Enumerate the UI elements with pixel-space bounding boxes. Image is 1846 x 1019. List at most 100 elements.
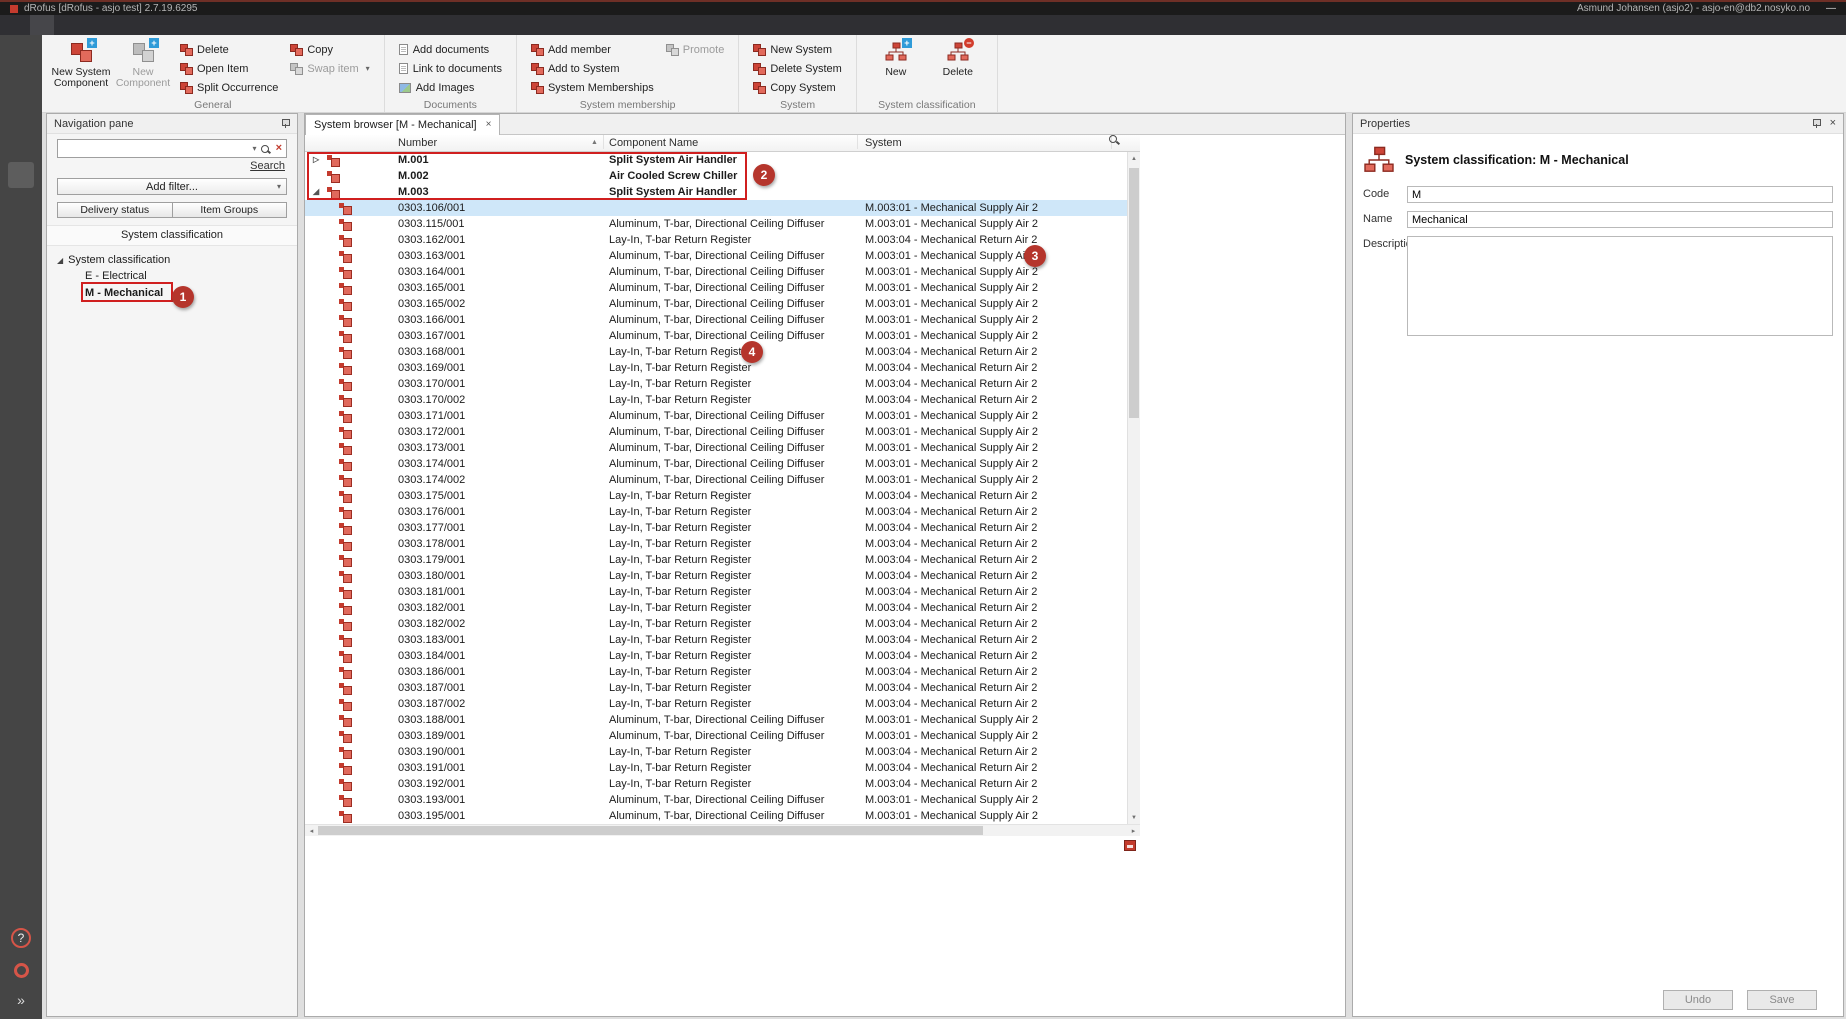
delivery-status-tab[interactable]: Delivery status — [57, 202, 173, 218]
Aluminum, T-bar, Directional Ceiling Diffuser[interactable]: 0303.172/001 Aluminum, T-bar, Directiona… — [305, 424, 1127, 440]
menu-tab-system[interactable] — [30, 15, 54, 35]
systems-module-icon[interactable] — [8, 162, 34, 188]
copy-button[interactable]: Copy — [290, 42, 369, 57]
Lay-In, T-bar Return Register[interactable]: 0303.192/001 Lay-In, T-bar Return Regist… — [305, 776, 1127, 792]
status-ring-icon[interactable] — [14, 963, 29, 978]
system-browser-tab[interactable]: System browser [M - Mechanical] × — [305, 114, 500, 135]
tree-expander-icon[interactable]: ◢ — [313, 184, 319, 200]
scroll-left-icon[interactable]: ◂ — [305, 825, 318, 836]
link-to-documents-button[interactable]: Link to documents — [399, 61, 502, 76]
save-button[interactable]: Save — [1747, 990, 1817, 1010]
add-images-button[interactable]: Add Images — [399, 80, 502, 95]
new-component-button[interactable]: + New Component — [112, 38, 174, 99]
item-groups-tab[interactable]: Item Groups — [172, 202, 288, 218]
Lay-In, T-bar Return Register[interactable]: 0303.179/001 Lay-In, T-bar Return Regist… — [305, 552, 1127, 568]
Aluminum, T-bar, Directional Ceiling Diffuser[interactable]: 0303.173/001 Aluminum, T-bar, Directiona… — [305, 440, 1127, 456]
help-icon[interactable]: ? — [11, 928, 31, 948]
column-search-icon[interactable] — [1109, 135, 1117, 143]
Split System Air Handler[interactable]: ◢ M.003 Split System Air Handler — [305, 184, 1127, 200]
code-field[interactable] — [1407, 186, 1833, 203]
expand-strip-icon[interactable]: » — [17, 993, 25, 1007]
menu-tab-home[interactable] — [6, 15, 30, 35]
Lay-In, T-bar Return Register[interactable]: 0303.176/001 Lay-In, T-bar Return Regist… — [305, 504, 1127, 520]
tree-node-system-classification[interactable]: ◢ System classification — [57, 252, 297, 268]
Aluminum, T-bar, Directional Ceiling Diffuser[interactable]: 0303.165/002 Aluminum, T-bar, Directiona… — [305, 296, 1127, 312]
menu-tab-log[interactable] — [126, 15, 150, 35]
minimize-icon[interactable]: — — [1826, 3, 1836, 14]
vertical-scrollbar-thumb[interactable] — [1129, 168, 1139, 418]
chevron-down-icon[interactable]: ▾ — [253, 144, 257, 153]
description-field[interactable] — [1407, 236, 1833, 336]
Aluminum, T-bar, Directional Ceiling Diffuser[interactable]: 0303.171/001 Aluminum, T-bar, Directiona… — [305, 408, 1127, 424]
documents-module-icon[interactable] — [8, 201, 34, 227]
close-icon[interactable]: × — [1830, 118, 1836, 129]
Air Cooled Screw Chiller[interactable]: M.002 Air Cooled Screw Chiller — [305, 168, 1127, 184]
delete-button[interactable]: Delete — [180, 42, 278, 57]
Aluminum, T-bar, Directional Ceiling Diffuser[interactable]: 0303.165/001 Aluminum, T-bar, Directiona… — [305, 280, 1127, 296]
add-filter-button[interactable]: Add filter... ▾ — [57, 178, 287, 195]
system-memberships-button[interactable]: System Memberships — [531, 80, 654, 95]
items-module-icon[interactable] — [8, 84, 34, 110]
open-item-button[interactable]: Open Item — [180, 61, 278, 76]
Aluminum, T-bar, Directional Ceiling Diffuser[interactable]: 0303.189/001 Aluminum, T-bar, Directiona… — [305, 728, 1127, 744]
Lay-In, T-bar Return Register[interactable]: 0303.170/002 Lay-In, T-bar Return Regist… — [305, 392, 1127, 408]
menu-tab-import-export[interactable] — [78, 15, 102, 35]
Lay-In, T-bar Return Register[interactable]: 0303.181/001 Lay-In, T-bar Return Regist… — [305, 584, 1127, 600]
expand-expanded-icon[interactable]: ◢ — [57, 256, 63, 265]
search-input[interactable] — [62, 143, 247, 155]
name-field[interactable] — [1407, 211, 1833, 228]
buildings-module-icon[interactable] — [8, 240, 34, 266]
column-header-number[interactable]: Number — [398, 135, 437, 151]
Aluminum, T-bar, Directional Ceiling Diffuser[interactable]: 0303.188/001 Aluminum, T-bar, Directiona… — [305, 712, 1127, 728]
promote-button[interactable]: Promote — [666, 42, 725, 57]
new-system-button[interactable]: New System — [753, 42, 842, 57]
tree-node-e-electrical[interactable]: E - Electrical — [57, 268, 297, 285]
Split System Air Handler[interactable]: ▷ M.001 Split System Air Handler — [305, 152, 1127, 168]
Lay-In, T-bar Return Register[interactable]: 0303.162/001 Lay-In, T-bar Return Regist… — [305, 232, 1127, 248]
search-icon[interactable] — [261, 145, 269, 153]
vertical-scrollbar[interactable]: ▲ ▼ — [1127, 152, 1140, 824]
Lay-In, T-bar Return Register[interactable]: 0303.168/001 Lay-In, T-bar Return Regist… — [305, 344, 1127, 360]
pin-icon[interactable] — [1812, 118, 1821, 129]
Lay-In, T-bar Return Register[interactable]: 0303.190/001 Lay-In, T-bar Return Regist… — [305, 744, 1127, 760]
menu-tab-bim[interactable] — [102, 15, 126, 35]
Aluminum, T-bar, Directional Ceiling Diffuser[interactable]: 0303.174/002 Aluminum, T-bar, Directiona… — [305, 472, 1127, 488]
Lay-In, T-bar Return Register[interactable]: 0303.178/001 Lay-In, T-bar Return Regist… — [305, 536, 1127, 552]
Lay-In, T-bar Return Register[interactable]: 0303.182/001 Lay-In, T-bar Return Regist… — [305, 600, 1127, 616]
products-module-icon[interactable] — [8, 123, 34, 149]
scroll-up-icon[interactable]: ▲ — [1128, 152, 1140, 165]
Lay-In, T-bar Return Register[interactable]: 0303.177/001 Lay-In, T-bar Return Regist… — [305, 520, 1127, 536]
Lay-In, T-bar Return Register[interactable]: 0303.187/002 Lay-In, T-bar Return Regist… — [305, 696, 1127, 712]
Aluminum, T-bar, Directional Ceiling Diffuser[interactable]: 0303.193/001 Aluminum, T-bar, Directiona… — [305, 792, 1127, 808]
Lay-In, T-bar Return Register[interactable]: 0303.182/002 Lay-In, T-bar Return Regist… — [305, 616, 1127, 632]
Lay-In, T-bar Return Register[interactable]: 0303.175/001 Lay-In, T-bar Return Regist… — [305, 488, 1127, 504]
Lay-In, T-bar Return Register[interactable]: 0303.186/001 Lay-In, T-bar Return Regist… — [305, 664, 1127, 680]
add-documents-button[interactable]: Add documents — [399, 42, 502, 57]
Lay-In, T-bar Return Register[interactable]: 0303.170/001 Lay-In, T-bar Return Regist… — [305, 376, 1127, 392]
table-row[interactable]: 0303.106/001 M.003:01 - Mechanical Suppl… — [305, 200, 1127, 216]
column-header-system[interactable]: System — [865, 135, 902, 151]
delete-system-button[interactable]: Delete System — [753, 61, 842, 76]
tree-expander-icon[interactable]: ▷ — [313, 152, 319, 168]
add-member-button[interactable]: Add member — [531, 42, 654, 57]
new-system-component-button[interactable]: + New System Component — [50, 38, 112, 99]
delete-classification-button[interactable]: − Delete — [927, 38, 989, 99]
rooms-module-icon[interactable] — [8, 45, 34, 71]
Lay-In, T-bar Return Register[interactable]: 0303.180/001 Lay-In, T-bar Return Regist… — [305, 568, 1127, 584]
Lay-In, T-bar Return Register[interactable]: 0303.191/001 Lay-In, T-bar Return Regist… — [305, 760, 1127, 776]
Aluminum, T-bar, Directional Ceiling Diffuser[interactable]: 0303.164/001 Aluminum, T-bar, Directiona… — [305, 264, 1127, 280]
Aluminum, T-bar, Directional Ceiling Diffuser[interactable]: 0303.163/001 Aluminum, T-bar, Directiona… — [305, 248, 1127, 264]
specifications-module-icon[interactable] — [8, 318, 34, 344]
classification-module-icon[interactable] — [8, 357, 34, 383]
menu-tab-item[interactable] — [54, 15, 78, 35]
Aluminum, T-bar, Directional Ceiling Diffuser[interactable]: 0303.195/001 Aluminum, T-bar, Directiona… — [305, 808, 1127, 824]
Lay-In, T-bar Return Register[interactable]: 0303.187/001 Lay-In, T-bar Return Regist… — [305, 680, 1127, 696]
search-link[interactable]: Search — [250, 160, 285, 172]
reports-module-icon[interactable] — [8, 279, 34, 305]
close-icon[interactable]: × — [486, 120, 492, 130]
print-status-icon[interactable] — [1124, 840, 1136, 851]
swap-item-button[interactable]: Swap item▾ — [290, 61, 369, 76]
horizontal-scrollbar[interactable]: ◂ ▸ — [305, 824, 1140, 836]
Aluminum, T-bar, Directional Ceiling Diffuser[interactable]: 0303.167/001 Aluminum, T-bar, Directiona… — [305, 328, 1127, 344]
undo-button[interactable]: Undo — [1663, 990, 1733, 1010]
